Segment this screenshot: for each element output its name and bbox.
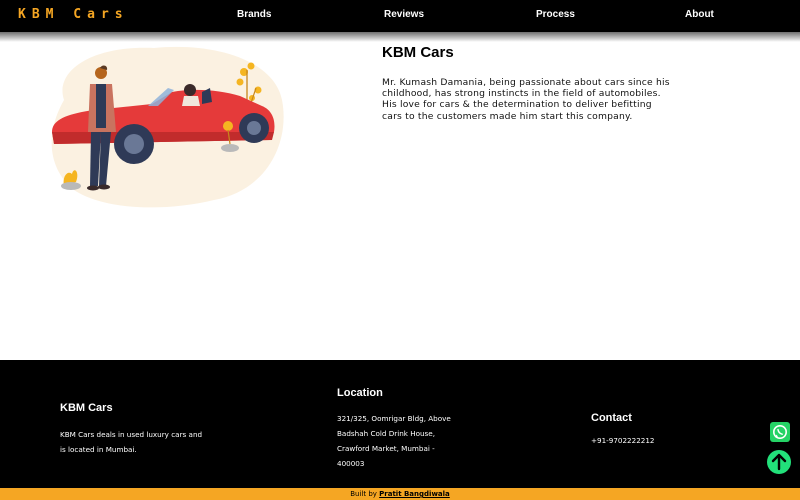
- footer-location-address: 321/325, Oomrigar Bldg, Above Badshah Co…: [337, 411, 451, 471]
- address-line: 321/325, Oomrigar Bldg, Above: [337, 414, 451, 423]
- contact-phone[interactable]: +91-9702222212: [591, 433, 655, 448]
- footer-location-title: Location: [337, 387, 383, 399]
- footer-brand-line: KBM Cars deals in used luxury cars and: [60, 430, 203, 439]
- footer-brand-line: is located in Mumbai.: [60, 445, 137, 454]
- footer-brand-title: KBM Cars: [60, 402, 113, 414]
- author-link[interactable]: Pratit Bangdiwala: [379, 490, 450, 498]
- about-title: KBM Cars: [382, 44, 454, 61]
- arrow-up-icon: [771, 453, 787, 471]
- nav-link-process[interactable]: Process: [536, 9, 575, 20]
- address-line: Crawford Market, Mumbai -: [337, 444, 435, 453]
- footer: KBM Cars KBM Cars deals in used luxury c…: [0, 360, 800, 488]
- nav-link-brands[interactable]: Brands: [237, 9, 271, 20]
- nav-link-reviews[interactable]: Reviews: [384, 9, 424, 20]
- footer-brand-description: KBM Cars deals in used luxury cars and i…: [60, 427, 202, 457]
- car-illustration: [51, 46, 284, 208]
- address-line: Badshah Cold Drink House,: [337, 429, 435, 438]
- back-to-top-button[interactable]: [767, 450, 791, 474]
- footer-contact-title: Contact: [591, 412, 632, 424]
- credit-prefix: Built by: [350, 490, 380, 498]
- about-description: Mr. Kumash Damania, being passionate abo…: [382, 77, 670, 122]
- credit-bar: Built by Pratit Bangdiwala: [0, 488, 800, 500]
- nav-link-about[interactable]: About: [685, 9, 714, 20]
- whatsapp-icon: [773, 425, 787, 439]
- site-logo[interactable]: KBM Cars: [18, 7, 129, 22]
- whatsapp-button[interactable]: [770, 422, 790, 442]
- address-line: 400003: [337, 459, 365, 468]
- navbar: KBM Cars Brands Reviews Process About: [0, 0, 800, 32]
